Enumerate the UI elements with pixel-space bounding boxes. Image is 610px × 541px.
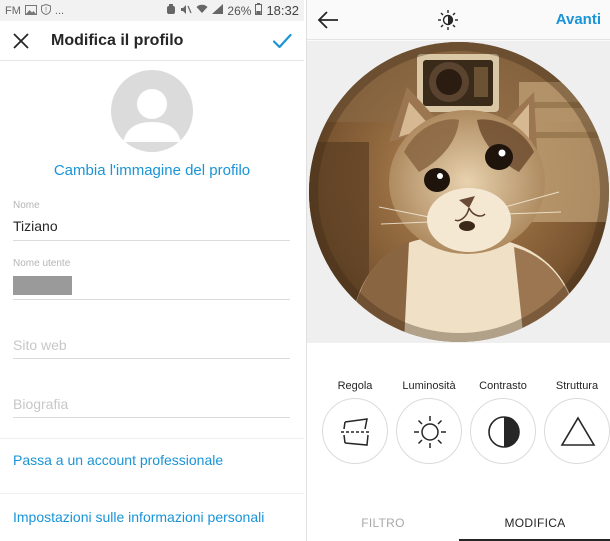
default-avatar-icon [123,89,181,142]
edit-profile-header: Modifica il profilo [0,21,304,61]
edit-profile-screen: FM ! ... 26% 18:32 Modifica il profilo C… [0,0,304,541]
close-icon [13,33,29,49]
tool-label: Struttura [555,380,599,392]
confirm-button[interactable] [270,29,294,53]
back-button[interactable] [316,9,340,31]
status-bar: FM ! ... 26% 18:32 [0,0,304,21]
change-profile-photo-link[interactable]: Cambia l'immagine del profilo [0,162,304,179]
divider [0,438,304,439]
tool-label: Contrasto [479,380,527,392]
tool-button-contrast[interactable] [470,398,536,464]
battery-percent: 26% [227,3,252,18]
clock: 18:32 [266,3,299,18]
carrier-label: FM [5,5,21,17]
gallery-icon [24,4,37,18]
name-field[interactable]: Nome Tiziano [13,198,290,241]
cat-photo [309,42,609,342]
signal-icon [212,4,224,17]
tool-label: Regola [337,380,373,392]
contrast-icon [488,416,520,448]
personal-info-settings-link[interactable]: Impostazioni sulle informazioni personal… [13,509,264,525]
photo-editor-screen: Avanti Regola Luminosità Contrasto Strut… [306,0,610,541]
svg-text:!: ! [44,6,47,14]
sun-icon [414,416,446,448]
mute-icon [180,4,192,18]
shield-icon: ! [40,3,51,18]
tool-button-adjust[interactable] [322,398,388,464]
website-field[interactable]: Sito web [13,325,290,359]
editor-tab-bar: FILTRO MODIFICA [307,508,610,541]
tool-button-brightness[interactable] [396,398,462,464]
username-redacted-value [13,276,72,295]
avatar[interactable] [111,70,193,152]
triangle-icon [560,416,596,446]
wifi-icon [196,4,208,17]
alarm-icon [166,3,176,18]
bio-field[interactable]: Biografia [13,384,290,418]
photo-preview-area [307,41,610,343]
tab-filter[interactable]: FILTRO [307,508,459,541]
more-notifications-icon: ... [54,5,65,17]
website-placeholder: Sito web [13,337,67,353]
photo-editor-header: Avanti [307,0,610,40]
username-label: Nome utente [13,258,71,269]
lux-icon [438,10,458,30]
adjust-icon [341,418,371,446]
photo-preview [309,42,609,342]
page-title: Modifica il profilo [51,32,184,49]
divider [0,493,304,494]
name-label: Nome [13,200,40,211]
tool-label: Luminosità [402,380,456,392]
username-field[interactable]: Nome utente [13,256,290,300]
close-button[interactable] [10,30,32,52]
switch-professional-account-link[interactable]: Passa a un account professionale [13,452,223,468]
tab-edit[interactable]: MODIFICA [459,508,610,541]
arrow-left-icon [317,11,338,29]
next-button[interactable]: Avanti [556,11,601,28]
lux-button[interactable] [437,9,459,31]
name-value: Tiziano [13,218,58,234]
bio-placeholder: Biografia [13,396,69,412]
edit-tools-strip: Regola Luminosità Contrasto Struttura [307,343,610,508]
tool-button-structure[interactable] [544,398,610,464]
battery-icon [255,3,263,18]
checkmark-icon [272,33,292,49]
